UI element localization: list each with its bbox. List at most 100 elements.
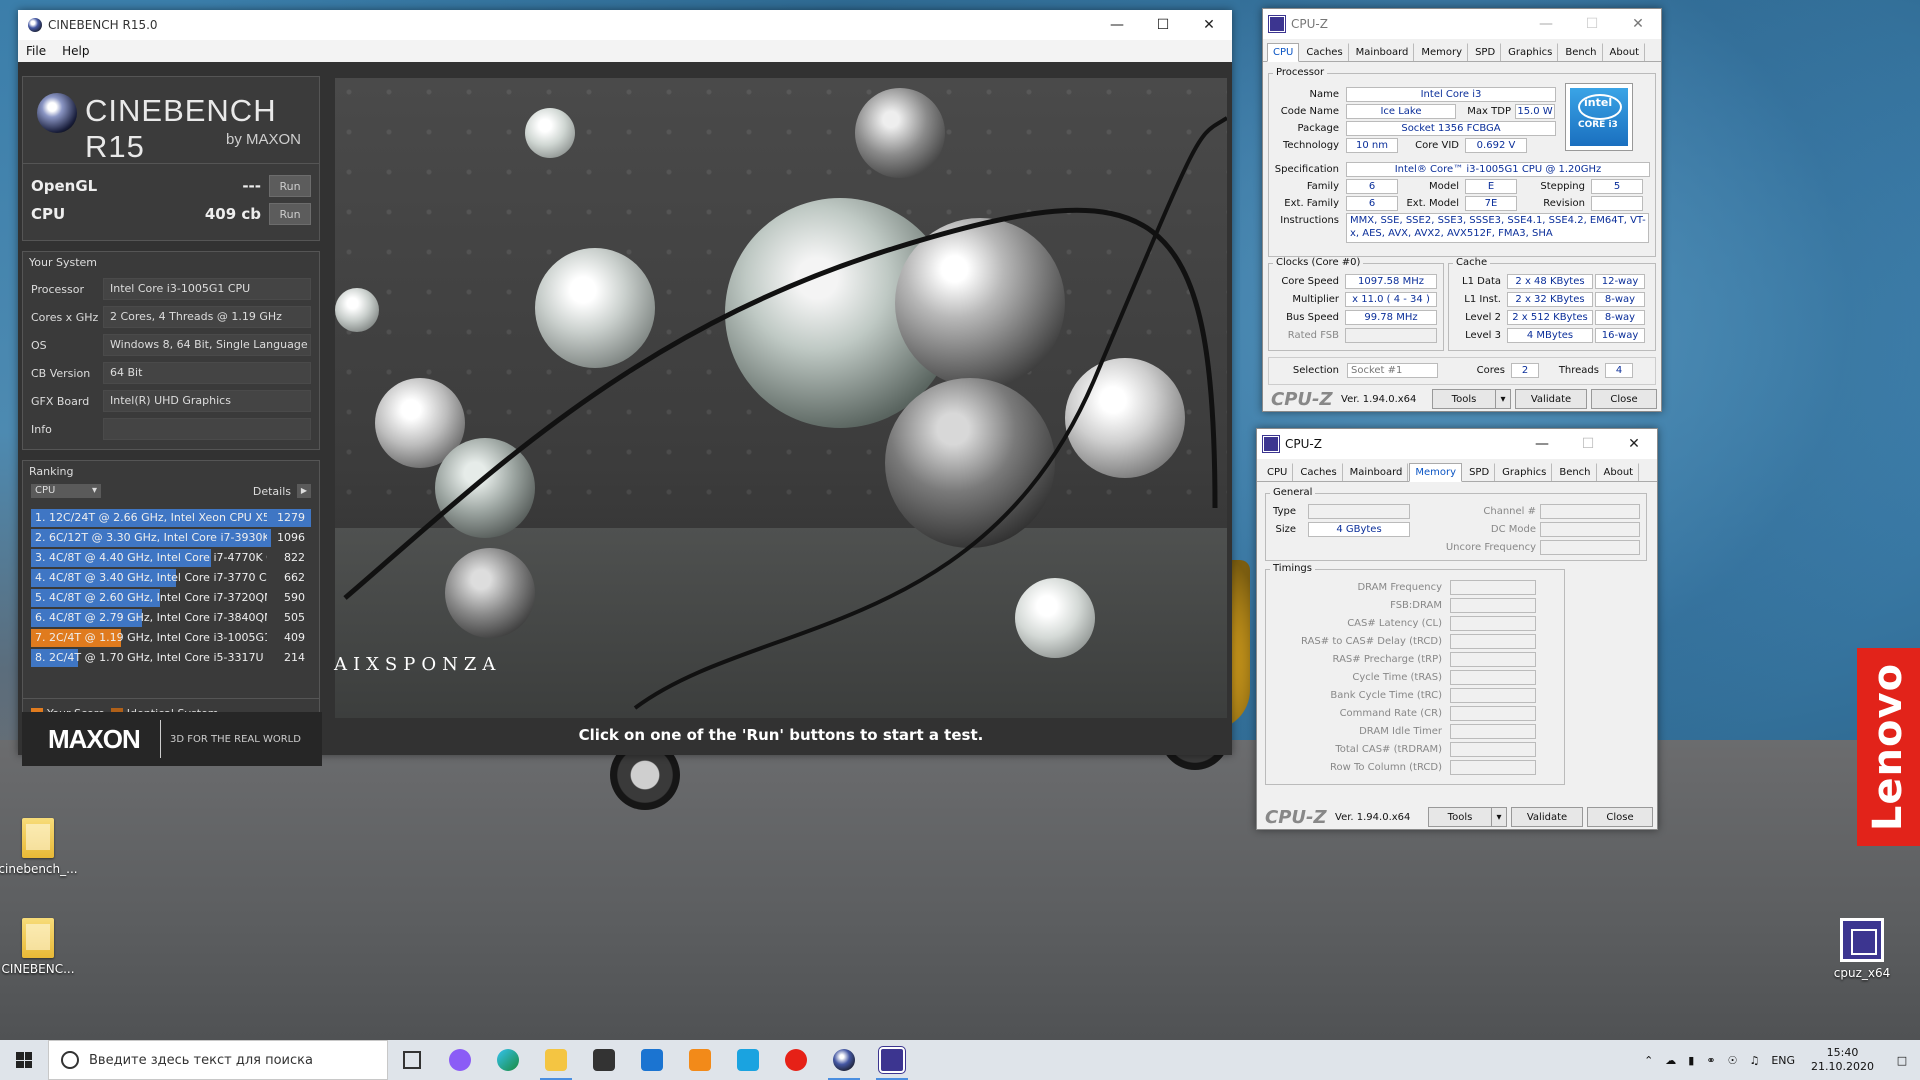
cinebench-window: CINEBENCH R15.0 — ☐ ✕ File Help CINEBENC… xyxy=(18,10,1232,766)
menu-help[interactable]: Help xyxy=(54,44,97,58)
menu-file[interactable]: File xyxy=(18,44,54,58)
globe-icon[interactable]: ☉ xyxy=(1728,1054,1738,1067)
instructions-label: Instructions xyxy=(1280,215,1339,226)
mail-icon[interactable] xyxy=(628,1040,676,1080)
cache-way-value: 8-way xyxy=(1595,292,1645,307)
cpuz-titlebar[interactable]: CPU-Z — ☐ ✕ xyxy=(1257,429,1657,459)
ranking-row[interactable]: 7. 2C/4T @ 1.19 GHz, Intel Core i3-1005G… xyxy=(31,628,311,648)
general-group: General Type Size 4 GBytes Channel # DC … xyxy=(1265,487,1647,561)
name-value: Intel Core i3 xyxy=(1346,87,1556,102)
cpuz-cpu-window: CPU-Z — ☐ ✕ CPU Caches Mainboard Memory SPD G… xyxy=(1262,8,1662,412)
desktop-icon-cinebench-folder-2[interactable]: CINEBENC... xyxy=(0,918,78,976)
edge-icon[interactable] xyxy=(484,1040,532,1080)
ranking-row[interactable]: 3. 4C/8T @ 4.40 GHz, Intel Core i7-4770K… xyxy=(31,548,311,568)
yandex-icon[interactable] xyxy=(772,1040,820,1080)
cpuz-titlebar[interactable]: CPU-Z — ☐ ✕ xyxy=(1263,9,1661,39)
ranking-row[interactable]: 6. 4C/8T @ 2.79 GHz, Intel Core i7-3840Q… xyxy=(31,608,311,628)
notification-icon[interactable]: □ xyxy=(1884,1040,1920,1080)
minimize-icon[interactable]: — xyxy=(1094,10,1140,40)
timing-value xyxy=(1450,652,1536,667)
maxtdp-label: Max TDP xyxy=(1467,106,1511,117)
wifi-icon[interactable]: ⚭ xyxy=(1706,1054,1715,1067)
cpuz-version: Ver. 1.94.0.x64 xyxy=(1341,393,1417,405)
cpu-run-button[interactable]: Run xyxy=(269,203,311,225)
close-icon[interactable]: ✕ xyxy=(1615,9,1661,39)
cache-level-label: L1 Inst. xyxy=(1464,294,1501,305)
clock[interactable]: 15:40 21.10.2020 xyxy=(1811,1046,1874,1074)
general-group-title: General xyxy=(1270,487,1316,498)
tools-button[interactable]: Tools xyxy=(1428,807,1492,827)
ranking-score: 505 xyxy=(284,611,305,624)
battery-icon[interactable]: ▮ xyxy=(1688,1054,1694,1067)
lenovo-app-icon[interactable] xyxy=(724,1040,772,1080)
ranking-row[interactable]: 2. 6C/12T @ 3.30 GHz, Intel Core i7-3930… xyxy=(31,528,311,548)
cinebench-titlebar[interactable]: CINEBENCH R15.0 — ☐ ✕ xyxy=(18,10,1232,40)
cortana-icon[interactable] xyxy=(436,1040,484,1080)
ranking-row[interactable]: 8. 2C/4T @ 1.70 GHz, Intel Core i5-3317U… xyxy=(31,648,311,668)
details-arrow-icon[interactable]: ▶ xyxy=(297,484,311,498)
status-message: Click on one of the 'Run' buttons to sta… xyxy=(578,726,984,744)
task-view-icon[interactable] xyxy=(388,1040,436,1080)
tools-dropdown-icon[interactable]: ▾ xyxy=(1495,389,1511,409)
network-icon[interactable]: ☁ xyxy=(1665,1054,1676,1067)
timing-label: FSB:DRAM xyxy=(1390,600,1442,611)
system-value: Windows 8, 64 Bit, Single Language (bu xyxy=(103,334,311,356)
cache-way-value: 16-way xyxy=(1595,328,1645,343)
cache-size-value: 2 x 512 KBytes xyxy=(1507,310,1593,325)
rated-fsb-label: Rated FSB xyxy=(1287,330,1339,341)
windows-logo-icon xyxy=(16,1052,32,1068)
taskbar-search-box[interactable]: Введите здесь текст для поиска xyxy=(48,1040,388,1080)
desktop-icon-cpuz-x64[interactable]: cpuz_x64 xyxy=(1822,918,1902,980)
validate-button[interactable]: Validate xyxy=(1515,389,1587,409)
opengl-row: OpenGL --- Run xyxy=(31,172,311,200)
file-explorer-icon[interactable] xyxy=(532,1040,580,1080)
cinebench-app-icon xyxy=(28,18,42,32)
ranking-text: 1. 12C/24T @ 2.66 GHz, Intel Xeon CPU X5… xyxy=(35,511,267,524)
cores-label: Cores xyxy=(1476,365,1505,376)
start-button[interactable] xyxy=(0,1040,48,1080)
desktop-icon-cinebench-folder[interactable]: cinebench_... xyxy=(0,818,78,876)
window-title: CPU-Z xyxy=(1291,17,1328,31)
timing-label: Total CAS# (tRDRAM) xyxy=(1335,744,1442,755)
cpuz-app-icon xyxy=(1268,15,1286,33)
family-label: Family xyxy=(1306,181,1339,192)
store-icon[interactable] xyxy=(580,1040,628,1080)
core-speed-label: Core Speed xyxy=(1281,276,1339,287)
tools-dropdown-icon[interactable]: ▾ xyxy=(1491,807,1507,827)
cinebench-taskbar-icon[interactable] xyxy=(820,1040,868,1080)
type-label: Type xyxy=(1273,506,1296,517)
ranking-row[interactable]: 5. 4C/8T @ 2.60 GHz, Intel Core i7-3720Q… xyxy=(31,588,311,608)
maximize-icon[interactable]: ☐ xyxy=(1140,10,1186,40)
ranking-row[interactable]: 4. 4C/8T @ 3.40 GHz, Intel Core i7-3770 … xyxy=(31,568,311,588)
system-key: GFX Board xyxy=(31,394,90,408)
ranking-score: 822 xyxy=(284,551,305,564)
system-row: Processor Intel Core i3-1005G1 CPU xyxy=(23,275,319,303)
close-icon[interactable]: ✕ xyxy=(1611,429,1657,459)
ranking-row[interactable]: 1. 12C/24T @ 2.66 GHz, Intel Xeon CPU X5… xyxy=(31,508,311,528)
lenovo-banner: Lenovo xyxy=(1857,648,1920,846)
language-indicator[interactable]: ENG xyxy=(1771,1054,1795,1067)
socket-select[interactable]: Socket #1 xyxy=(1347,363,1438,378)
volume-icon[interactable]: ♫ xyxy=(1749,1054,1759,1067)
divider xyxy=(160,720,161,758)
ranking-select[interactable]: CPU xyxy=(31,484,101,498)
minimize-icon[interactable]: — xyxy=(1523,9,1569,39)
folder-icon xyxy=(22,818,54,858)
timing-label: DRAM Idle Timer xyxy=(1359,726,1442,737)
timing-label: Command Rate (CR) xyxy=(1339,708,1442,719)
close-button[interactable]: Close xyxy=(1587,807,1653,827)
maxtdp-value: 15.0 W xyxy=(1515,104,1555,119)
game-app-icon[interactable] xyxy=(676,1040,724,1080)
validate-button[interactable]: Validate xyxy=(1511,807,1583,827)
close-button[interactable]: Close xyxy=(1591,389,1657,409)
cpuz-taskbar-icon[interactable] xyxy=(868,1040,916,1080)
minimize-icon[interactable]: — xyxy=(1519,429,1565,459)
close-icon[interactable]: ✕ xyxy=(1186,10,1232,40)
maxon-tagline: 3D FOR THE REAL WORLD xyxy=(170,734,301,745)
type-value xyxy=(1308,504,1410,519)
tools-button[interactable]: Tools xyxy=(1432,389,1496,409)
cpu-score: 409 cb xyxy=(204,205,261,223)
opengl-run-button[interactable]: Run xyxy=(269,175,311,197)
ranking-score: 409 xyxy=(284,631,305,644)
tray-chevron-icon[interactable]: ⌃ xyxy=(1644,1054,1653,1067)
